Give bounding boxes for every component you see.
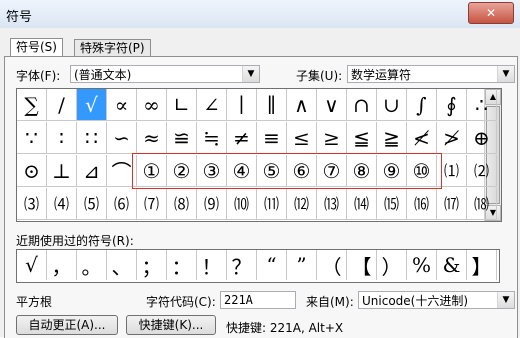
chevron-down-icon[interactable]: ▼	[497, 66, 514, 82]
symbol-cell[interactable]: ∽	[107, 122, 137, 154]
char-code-input[interactable]: 221A	[220, 291, 296, 309]
title-bar: 符号 ✕	[0, 0, 520, 29]
symbol-cell[interactable]: ⑺	[137, 188, 167, 220]
tab-symbols[interactable]: 符号(S)	[10, 38, 63, 56]
symbol-cell[interactable]: ≦	[347, 122, 377, 154]
symbol-cell[interactable]: /	[47, 89, 77, 121]
symbol-cell[interactable]: ⑼	[197, 188, 227, 220]
symbol-cell[interactable]: ≧	[377, 122, 407, 154]
close-button[interactable]: ✕	[468, 2, 514, 24]
recent-symbol-cell[interactable]: 【	[347, 250, 377, 280]
font-select[interactable]: (普通文本) ▼	[70, 65, 260, 83]
from-label: 来自(M):	[306, 295, 354, 309]
symbol-cell[interactable]: ∧	[287, 89, 317, 121]
symbol-cell[interactable]: ⊿	[77, 155, 107, 187]
chevron-down-icon[interactable]: ▼	[242, 66, 259, 82]
symbol-cell[interactable]: ≠	[227, 122, 257, 154]
recent-symbol-cell[interactable]: ”	[287, 250, 317, 280]
tab-bar: 符号(S) 特殊字符(P)	[0, 28, 520, 56]
symbol-cell[interactable]: ≒	[197, 122, 227, 154]
shortcut-text: 快捷键: 221A, Alt+X	[226, 321, 344, 335]
symbol-cell[interactable]: ∝	[107, 89, 137, 121]
symbol-cell[interactable]: ∥	[257, 89, 287, 121]
symbol-cell[interactable]: ∵	[17, 122, 47, 154]
symbol-cell[interactable]: ⑹	[107, 188, 137, 220]
symbol-cell[interactable]: ⑶	[17, 188, 47, 220]
recent-symbol-cell[interactable]: ；	[137, 250, 167, 280]
symbol-cell[interactable]: ⒀	[317, 188, 347, 220]
symbol-cell[interactable]: ∷	[77, 122, 107, 154]
symbol-cell[interactable]: ⑻	[167, 188, 197, 220]
symbol-cell[interactable]: ∣	[227, 89, 257, 121]
symbol-cell[interactable]: ⒃	[407, 188, 437, 220]
recent-symbols: √，。、；：！？ “” （【）% &】	[16, 249, 500, 283]
symbol-cell[interactable]: ≡	[257, 122, 287, 154]
symbol-cell[interactable]: ≮	[407, 122, 437, 154]
recent-symbol-cell[interactable]: ？	[227, 250, 257, 280]
symbol-cell[interactable]: ⊙	[17, 155, 47, 187]
recent-symbol-cell[interactable]: %	[407, 250, 437, 280]
symbol-cell[interactable]: ∮	[437, 89, 467, 121]
symbol-cell[interactable]: ≯	[437, 122, 467, 154]
symbol-cell[interactable]: ∟	[167, 89, 197, 121]
symbol-cell[interactable]: ≥	[317, 122, 347, 154]
subset-select[interactable]: 数学运算符 ▼	[347, 65, 515, 83]
font-label: 字体(F):	[16, 69, 61, 83]
symbol-cell[interactable]: ⊕	[467, 122, 497, 154]
from-value: Unicode(十六进制)	[362, 294, 469, 308]
symbol-cell[interactable]: ⑿	[287, 188, 317, 220]
recent-symbol-cell[interactable]: “	[257, 250, 287, 280]
recent-symbol-cell[interactable]: ，	[47, 250, 77, 280]
subset-value: 数学运算符	[351, 68, 412, 82]
recent-label: 近期使用过的符号(R):	[16, 234, 134, 248]
font-value: (普通文本)	[74, 68, 132, 82]
recent-symbol-cell[interactable]: ！	[197, 250, 227, 280]
symbol-cell[interactable]: ∶	[47, 122, 77, 154]
recent-symbol-cell[interactable]: 】	[467, 250, 497, 280]
chevron-down-icon[interactable]: ▼	[497, 292, 514, 308]
symbol-cell[interactable]: ⒂	[377, 188, 407, 220]
subset-label: 子集(U):	[296, 69, 343, 83]
recent-symbol-cell[interactable]: √	[17, 250, 47, 280]
symbol-cell[interactable]: √	[77, 89, 107, 121]
symbol-cell[interactable]: ⊥	[47, 155, 77, 187]
from-select[interactable]: Unicode(十六进制) ▼	[358, 291, 515, 309]
symbol-cell[interactable]: ≌	[167, 122, 197, 154]
symbol-cell[interactable]: ≈	[137, 122, 167, 154]
recent-symbol-cell[interactable]: ）	[377, 250, 407, 280]
char-name: 平方根	[16, 295, 53, 309]
symbol-cell[interactable]: ≤	[287, 122, 317, 154]
recent-symbol-cell[interactable]: 。	[77, 250, 107, 280]
char-code-label: 字符代码(C):	[146, 295, 216, 309]
symbol-cell[interactable]: ⒅	[467, 188, 497, 220]
symbol-cell[interactable]: ⑽	[227, 188, 257, 220]
symbol-dialog: 符号 ✕ 符号(S) 特殊字符(P) 字体(F): (普通文本) ▼ 子集(U)…	[0, 0, 520, 338]
symbol-cell[interactable]: ⑷	[47, 188, 77, 220]
recent-symbol-cell[interactable]: （	[317, 250, 347, 280]
symbol-cell[interactable]: ∩	[347, 89, 377, 121]
symbol-cell[interactable]: ⑵	[467, 155, 497, 187]
symbol-cell[interactable]: ∫	[407, 89, 437, 121]
tab-special-characters[interactable]: 特殊字符(P)	[74, 39, 151, 56]
symbol-cell[interactable]: ⒁	[347, 188, 377, 220]
symbol-cell[interactable]: ∪	[377, 89, 407, 121]
symbol-cell[interactable]: ∞	[137, 89, 167, 121]
annotation-highlight	[132, 153, 442, 189]
symbol-cell[interactable]: ⑾	[257, 188, 287, 220]
symbol-cell[interactable]: ∴	[467, 89, 497, 121]
symbol-cell[interactable]: ∠	[197, 89, 227, 121]
symbol-cell[interactable]: ∨	[317, 89, 347, 121]
recent-symbol-cell[interactable]: &	[437, 250, 467, 280]
recent-symbol-cell[interactable]: 、	[107, 250, 137, 280]
autocorrect-button[interactable]: 自动更正(A)...	[16, 315, 118, 335]
symbol-cell[interactable]: ∑	[17, 89, 47, 121]
shortcut-key-button[interactable]: 快捷键(K)...	[126, 315, 216, 335]
dialog-title: 符号	[6, 10, 33, 25]
symbol-cell[interactable]: ⒄	[437, 188, 467, 220]
symbol-cell[interactable]: ⑸	[77, 188, 107, 220]
recent-symbol-cell[interactable]: ：	[167, 250, 197, 280]
